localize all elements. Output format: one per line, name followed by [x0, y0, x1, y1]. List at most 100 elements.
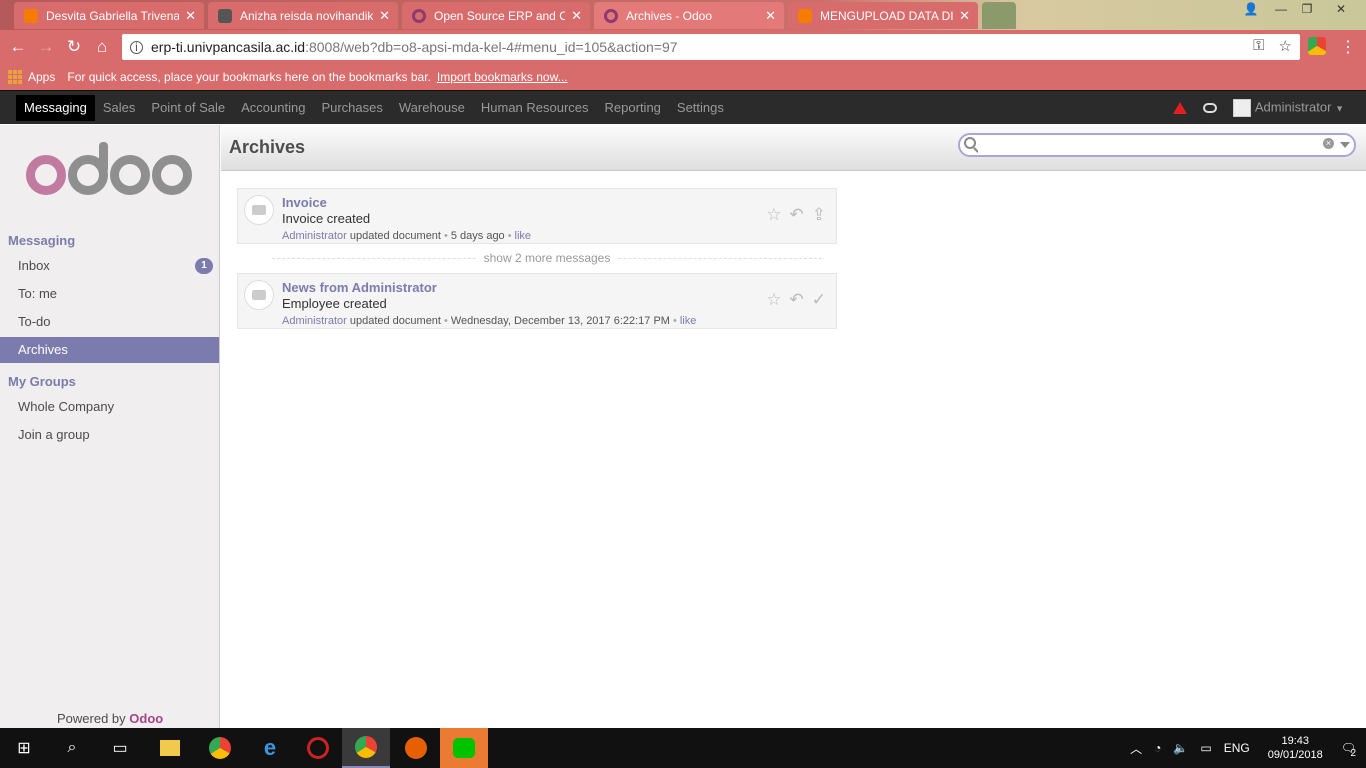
notifications-icon[interactable]: 🗨 2 — [1341, 741, 1356, 759]
like-link[interactable]: like — [515, 230, 532, 242]
info-icon[interactable]: i — [130, 40, 143, 54]
show-more-messages[interactable]: show 2 more messages — [272, 251, 822, 267]
url-path: :8008/web?db=o8-apsi-mda-kel-4#menu_id=1… — [305, 39, 678, 55]
sidebar-item-label: To: me — [18, 286, 58, 301]
address-bar[interactable]: i erp-ti.univpancasila.ac.id:8008/web?db… — [122, 34, 1300, 60]
clear-search-icon[interactable]: × — [1323, 138, 1334, 149]
search-options-caret-icon[interactable] — [1340, 142, 1350, 148]
message-body: Invoice created — [282, 211, 371, 226]
volume-icon[interactable]: 🔈 — [1173, 741, 1188, 755]
profile-icon[interactable]: 👤 — [1236, 0, 1266, 18]
message-thread: Invoice Invoice created Administrator up… — [237, 188, 837, 244]
browser-tab-active[interactable]: Archives - Odoo ✕ — [594, 2, 784, 29]
user-menu[interactable]: Administrator ▼ — [1232, 99, 1344, 117]
menu-warehouse[interactable]: Warehouse — [391, 95, 473, 121]
message-subject[interactable]: Invoice — [282, 195, 327, 210]
sidebar: Messaging Inbox 1 To: me To-do Archives … — [0, 125, 220, 728]
message-thread: News from Administrator Employee created… — [237, 273, 837, 329]
browser-toolbar: ← → ↻ ⌂ i erp-ti.univpancasila.ac.id:800… — [0, 30, 1366, 64]
site-favicon-icon — [218, 8, 232, 23]
show-more-label: show 2 more messages — [477, 251, 617, 265]
close-tab-icon[interactable]: ✕ — [959, 8, 970, 24]
sidebar-item-to-me[interactable]: To: me — [0, 281, 219, 307]
close-window-icon[interactable]: ✕ — [1326, 0, 1356, 18]
apps-link[interactable]: Apps — [28, 70, 55, 84]
menu-messaging[interactable]: Messaging — [16, 94, 95, 121]
firefox-icon[interactable] — [392, 728, 440, 768]
forward-icon[interactable]: → — [32, 33, 60, 61]
key-icon[interactable]: ⚿ — [1253, 37, 1264, 55]
menu-purchases[interactable]: Purchases — [313, 95, 390, 121]
restore-icon[interactable]: ❐ — [1292, 0, 1322, 18]
odoo-top-menu: Messaging Sales Point of Sale Accounting… — [0, 90, 1366, 124]
wifi-icon[interactable]: ◔ — [1154, 741, 1161, 755]
author-link[interactable]: Administrator — [282, 230, 347, 242]
search-box[interactable]: × — [958, 133, 1356, 157]
odoo-link[interactable]: Odoo — [129, 711, 163, 726]
sidebar-item-whole-company[interactable]: Whole Company — [0, 394, 219, 420]
star-icon[interactable]: ☆ — [766, 205, 781, 225]
blogger-icon — [798, 8, 812, 23]
edge-icon[interactable]: e — [246, 728, 294, 768]
chrome-icon[interactable] — [196, 728, 244, 768]
task-view-icon[interactable]: ▭ — [96, 728, 144, 768]
file-explorer-icon[interactable] — [146, 728, 194, 768]
section-messaging: Messaging — [8, 233, 76, 248]
bookmark-star-icon[interactable]: ☆ — [1279, 37, 1292, 55]
sidebar-item-archives[interactable]: Archives — [0, 337, 219, 363]
language-indicator[interactable]: ENG — [1224, 741, 1250, 755]
sidebar-item-join-group[interactable]: Join a group — [0, 422, 219, 448]
battery-icon[interactable]: ▭ — [1200, 741, 1211, 755]
import-bookmarks-link[interactable]: Import bookmarks now... — [437, 70, 568, 84]
new-tab-button[interactable] — [982, 2, 1016, 29]
author-avatar[interactable] — [244, 195, 274, 225]
chrome-active-icon[interactable] — [342, 728, 390, 768]
message-meta: Administrator updated document • 5 days ag… — [282, 230, 532, 242]
menu-settings[interactable]: Settings — [669, 95, 732, 121]
author-avatar[interactable] — [244, 280, 274, 310]
browser-menu-icon[interactable]: ⋮ — [1340, 37, 1356, 57]
line-icon[interactable] — [440, 728, 488, 768]
browser-tab[interactable]: Open Source ERP and CR ✕ — [402, 2, 590, 29]
warning-icon[interactable] — [1172, 102, 1187, 114]
sidebar-item-inbox[interactable]: Inbox 1 — [0, 253, 219, 279]
sidebar-item-to-do[interactable]: To-do — [0, 309, 219, 335]
search-input[interactable] — [978, 136, 1308, 154]
mark-done-icon[interactable]: ✓ — [812, 290, 826, 310]
avatar — [1232, 99, 1251, 117]
windows-start-icon[interactable]: ⊞ — [0, 728, 48, 768]
move-to-inbox-icon[interactable]: ⇪ — [812, 205, 826, 225]
clock[interactable]: 19:43 09/01/2018 — [1268, 734, 1323, 762]
browser-tab[interactable]: MENGUPLOAD DATA DI ✕ — [788, 2, 978, 29]
odoo-logo[interactable] — [26, 142, 192, 195]
home-icon[interactable]: ⌂ — [88, 33, 116, 61]
browser-tab[interactable]: Anizha reisda novihandik ✕ — [208, 2, 398, 29]
sidebar-item-label: Join a group — [18, 427, 90, 442]
close-tab-icon[interactable]: ✕ — [185, 8, 196, 24]
menu-human-resources[interactable]: Human Resources — [473, 95, 597, 121]
menu-sales[interactable]: Sales — [95, 95, 144, 121]
back-icon[interactable]: ← — [4, 33, 32, 61]
app-icon[interactable] — [294, 728, 342, 768]
menu-point-of-sale[interactable]: Point of Sale — [143, 95, 233, 121]
reload-icon[interactable]: ↻ — [60, 33, 88, 61]
menu-reporting[interactable]: Reporting — [597, 95, 669, 121]
search-icon[interactable]: ⌕ — [48, 728, 96, 768]
sidebar-item-label: Whole Company — [18, 399, 115, 414]
extension-icon[interactable] — [1308, 37, 1326, 55]
bookmarks-bar: Apps For quick access, place your bookma… — [0, 64, 1366, 90]
apps-grid-icon[interactable] — [8, 70, 22, 84]
message-subject[interactable]: News from Administrator — [282, 280, 437, 295]
chevron-up-icon[interactable]: ︿ — [1130, 740, 1142, 757]
browser-tab[interactable]: Desvita Gabriella Trivena ✕ — [14, 2, 204, 29]
menu-accounting[interactable]: Accounting — [233, 95, 313, 121]
star-icon[interactable]: ☆ — [766, 290, 781, 310]
reply-icon[interactable]: ↶ — [790, 290, 804, 310]
author-link[interactable]: Administrator — [282, 315, 347, 327]
close-tab-icon[interactable]: ✕ — [571, 8, 582, 24]
close-tab-icon[interactable]: ✕ — [765, 8, 776, 24]
reply-icon[interactable]: ↶ — [790, 205, 804, 225]
chat-icon[interactable] — [1202, 103, 1217, 113]
like-link[interactable]: like — [680, 315, 697, 327]
close-tab-icon[interactable]: ✕ — [379, 8, 390, 24]
